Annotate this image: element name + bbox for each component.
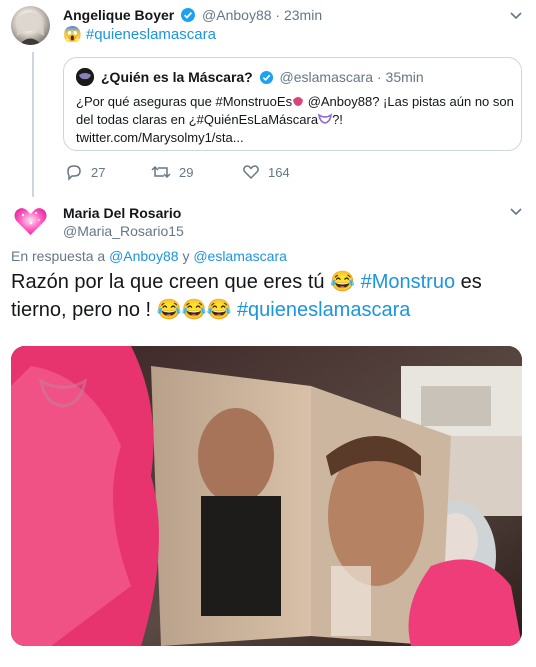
quote-time: 35min — [385, 69, 424, 85]
tweet1-time[interactable]: 23min — [284, 7, 322, 23]
monster-face-icon — [292, 93, 304, 111]
chevron-down-icon[interactable] — [509, 11, 523, 21]
avatar-angelique-boyer[interactable] — [11, 6, 50, 45]
sparkle-heart-icon — [14, 208, 47, 235]
like-action[interactable]: 164 — [242, 163, 290, 181]
tweet2-emoji-2: 😂😂😂 — [156, 299, 232, 321]
verified-badge-icon — [259, 70, 274, 88]
tweet1-handle[interactable]: @Anboy88 — [202, 7, 271, 23]
tweet2-video[interactable] — [11, 346, 522, 646]
quote-body: ¿Por qué aseguras que #MonstruoEs @Anboy… — [76, 93, 516, 147]
tweet2-display-name[interactable]: Maria Del Rosario — [63, 205, 181, 221]
tweet2-handle[interactable]: @Maria_Rosario15 — [63, 223, 184, 239]
quote-separator: · — [376, 69, 382, 85]
tweet1-header: Angelique Boyer @Anboy88 · 23min — [63, 7, 322, 26]
quote-link[interactable]: twitter.com/Marysolmy1/sta... — [76, 130, 244, 145]
quote-header: ¿Quién es la Máscara? @eslamascara · 35m… — [101, 69, 424, 88]
mask-logo-icon — [76, 68, 94, 86]
tweet1-text: 😱 #quieneslamascara — [63, 25, 216, 45]
quote-display-name: ¿Quién es la Máscara? — [101, 69, 253, 85]
reply-icon — [67, 165, 81, 181]
reply-and: y — [182, 248, 190, 264]
reply-user1-link[interactable]: @Anboy88 — [109, 248, 178, 264]
retweet-icon — [151, 165, 171, 179]
tweet1-separator: · — [275, 7, 281, 23]
tweet1-hashtag-link[interactable]: #quieneslamascara — [86, 26, 216, 43]
video-frame-image — [11, 346, 522, 646]
like-count: 164 — [268, 164, 290, 180]
heart-icon — [243, 165, 259, 180]
quote-body-part1: ¿Por qué aseguras que #MonstruoEs — [76, 94, 293, 109]
quote-body-part3: ?! — [332, 112, 343, 127]
tweet2-text: Razón por la que creen que eres tú 😂 #Mo… — [11, 268, 526, 324]
tweet2-handle-line: @Maria_Rosario15 — [63, 223, 184, 239]
reply-prefix: En respuesta a — [11, 248, 106, 264]
tweet1-display-name[interactable]: Angelique Boyer — [63, 7, 174, 23]
quoted-tweet-card[interactable]: ¿Quién es la Máscara? @eslamascara · 35m… — [63, 57, 522, 151]
retweet-action[interactable]: 29 — [151, 163, 193, 181]
replying-to-line: En respuesta a @Anboy88 y @eslamascara — [11, 248, 287, 264]
avatar-photo — [17, 12, 44, 45]
purple-mask-icon — [318, 111, 333, 129]
reply-count: 27 — [91, 164, 106, 180]
tweet2-hashtag-quieneslamascara[interactable]: #quieneslamascara — [237, 299, 410, 321]
tweet2-emoji-1: 😂 — [330, 271, 356, 293]
reply-user2-link[interactable]: @eslamascara — [193, 248, 287, 264]
reply-action[interactable]: 27 — [65, 163, 105, 181]
tweet2-text-part1: Razón por la que creen que eres tú — [11, 271, 325, 293]
avatar-maria-del-rosario[interactable] — [11, 201, 50, 240]
tweet1-actions: 27 29 164 — [63, 163, 363, 183]
tweet2-display-name-line: Maria Del Rosario — [63, 205, 181, 221]
retweet-count: 29 — [179, 164, 194, 180]
quote-avatar — [76, 68, 94, 86]
verified-badge-icon — [180, 7, 196, 26]
chevron-down-icon[interactable] — [509, 207, 523, 217]
quote-handle: @eslamascara — [279, 69, 374, 85]
tweet2-hashtag-monstruo[interactable]: #Monstruo — [361, 271, 456, 293]
tweet1-emoji: 😱 — [63, 26, 82, 43]
thread-connector-line — [32, 52, 34, 197]
